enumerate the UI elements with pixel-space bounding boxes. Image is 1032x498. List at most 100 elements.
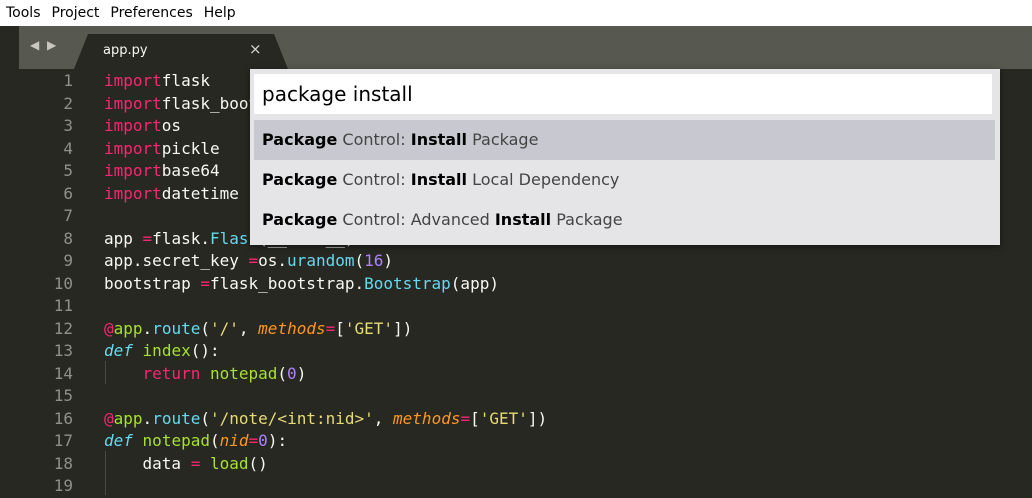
menu-bar: Tools Project Preferences Help [0, 0, 1032, 26]
item-text: Control: Advanced [337, 210, 495, 229]
code-token: 16 [364, 251, 384, 270]
tab-nav-arrows-icon[interactable]: ◀ ▶ [30, 38, 58, 52]
tab-app-py[interactable]: app.py × [74, 34, 288, 69]
code-token: [ [470, 408, 480, 428]
code-token: = [460, 408, 471, 428]
code-line: data = load() [104, 453, 268, 476]
code-line: def index(): [104, 340, 220, 363]
code-token: ) [383, 251, 394, 270]
match-highlight: Package [262, 130, 338, 149]
line-number-gutter: 1 2 3 4 5 6 7 8 9 10 11 12 13 14 15 16 17 18 19 [19, 69, 79, 495]
tab-bar-gutter [0, 26, 19, 69]
code-line: @app.route('/note/<int:nid>', methods=['… [104, 408, 547, 431]
code-token: ( [200, 318, 210, 338]
code-token: return [142, 363, 201, 383]
code-token: base64 [161, 161, 220, 180]
code-token: nid [219, 431, 249, 450]
command-palette-item[interactable]: Package Control: Install Local Dependenc… [254, 160, 995, 200]
indent-guide [105, 451, 106, 495]
code-token: import [104, 161, 162, 180]
code-line: def notepad(nid=0): [104, 430, 287, 453]
code-token: = [200, 273, 210, 293]
match-highlight: Install [410, 170, 468, 189]
item-text: Local Dependency [467, 170, 620, 189]
code-token: = [190, 453, 201, 473]
code-token: urandom [287, 251, 355, 270]
close-icon[interactable]: × [249, 40, 262, 58]
code-token: import [104, 183, 162, 203]
code-line: bootstrap =flask_bootstrap.Bootstrap(app… [104, 273, 499, 296]
indent-guide [105, 361, 106, 384]
code-token: (app) [450, 273, 499, 293]
line-number: 19 [53, 476, 73, 495]
line-number: 9 [63, 251, 73, 270]
code-token: methods [393, 408, 461, 428]
code-token: ( [209, 431, 220, 450]
line-number: 14 [53, 363, 73, 383]
code-token: ( [277, 363, 288, 383]
line-number: 6 [63, 183, 73, 203]
code-line: return notepad(0) [104, 363, 307, 386]
menu-help[interactable]: Help [198, 0, 241, 26]
command-palette-item[interactable]: Package Control: Advanced Install Packag… [254, 200, 995, 240]
item-text: Control: [337, 130, 411, 149]
code-token: os. [258, 251, 288, 270]
code-line: importbase64 [104, 160, 220, 183]
line-number: 18 [53, 453, 73, 473]
code-line: importdatetime [104, 183, 239, 206]
line-number: 11 [53, 296, 73, 315]
code-token: ) [296, 363, 307, 383]
command-palette-input[interactable] [254, 74, 992, 114]
command-palette: Package Control: Install PackagePackage … [250, 69, 1000, 245]
line-number: 3 [63, 116, 73, 135]
line-number: 2 [63, 93, 73, 113]
code-token: import [104, 138, 162, 158]
code-token: , [238, 318, 259, 338]
code-token: = [248, 251, 259, 270]
code-token: index [142, 341, 191, 360]
code-token: app [113, 408, 143, 428]
code-token: () [248, 453, 268, 473]
code-token: = [142, 228, 153, 248]
code-line: importflask [104, 70, 210, 93]
line-number: 15 [53, 386, 73, 405]
code-line: @app.route('/', methods=['GET']) [104, 318, 412, 341]
line-number: 16 [53, 408, 73, 428]
command-palette-item[interactable]: Package Control: Install Package [254, 120, 995, 160]
code-token: . [142, 408, 153, 428]
code-token: def [104, 431, 133, 450]
code-token: app.secret_key [104, 251, 249, 270]
code-token: Bootstrap [364, 273, 451, 293]
code-line: app.secret_key =os.urandom(16) [104, 250, 393, 273]
item-text: Control: [337, 170, 411, 189]
code-token: notepad [142, 431, 210, 450]
menu-project[interactable]: Project [46, 0, 105, 26]
tab-bar: ◀ ▶ app.py × [0, 26, 1032, 69]
code-token: '/' [210, 318, 239, 338]
code-token: 'GET' [479, 408, 528, 428]
code-token: ( [354, 251, 365, 270]
code-token: import [104, 93, 162, 113]
code-token: flask. [152, 228, 210, 248]
code-token: 0 [258, 431, 268, 450]
code-token: methods [258, 318, 326, 338]
line-number: 10 [53, 273, 73, 293]
code-token: ]) [527, 408, 548, 428]
menu-preferences[interactable]: Preferences [104, 0, 197, 26]
code-token: 'GET' [344, 318, 394, 338]
line-number: 8 [63, 228, 73, 248]
code-token: (): [190, 341, 220, 360]
code-token: import [104, 116, 162, 135]
line-number: 13 [53, 341, 73, 360]
code-token: = [248, 431, 259, 450]
code-token: notepad [209, 363, 278, 383]
code-token: data [104, 453, 191, 473]
menu-tools[interactable]: Tools [0, 0, 46, 26]
code-token: os [161, 116, 182, 135]
line-number: 12 [53, 318, 73, 338]
code-token: [ [335, 318, 345, 338]
code-token: 0 [287, 363, 297, 383]
